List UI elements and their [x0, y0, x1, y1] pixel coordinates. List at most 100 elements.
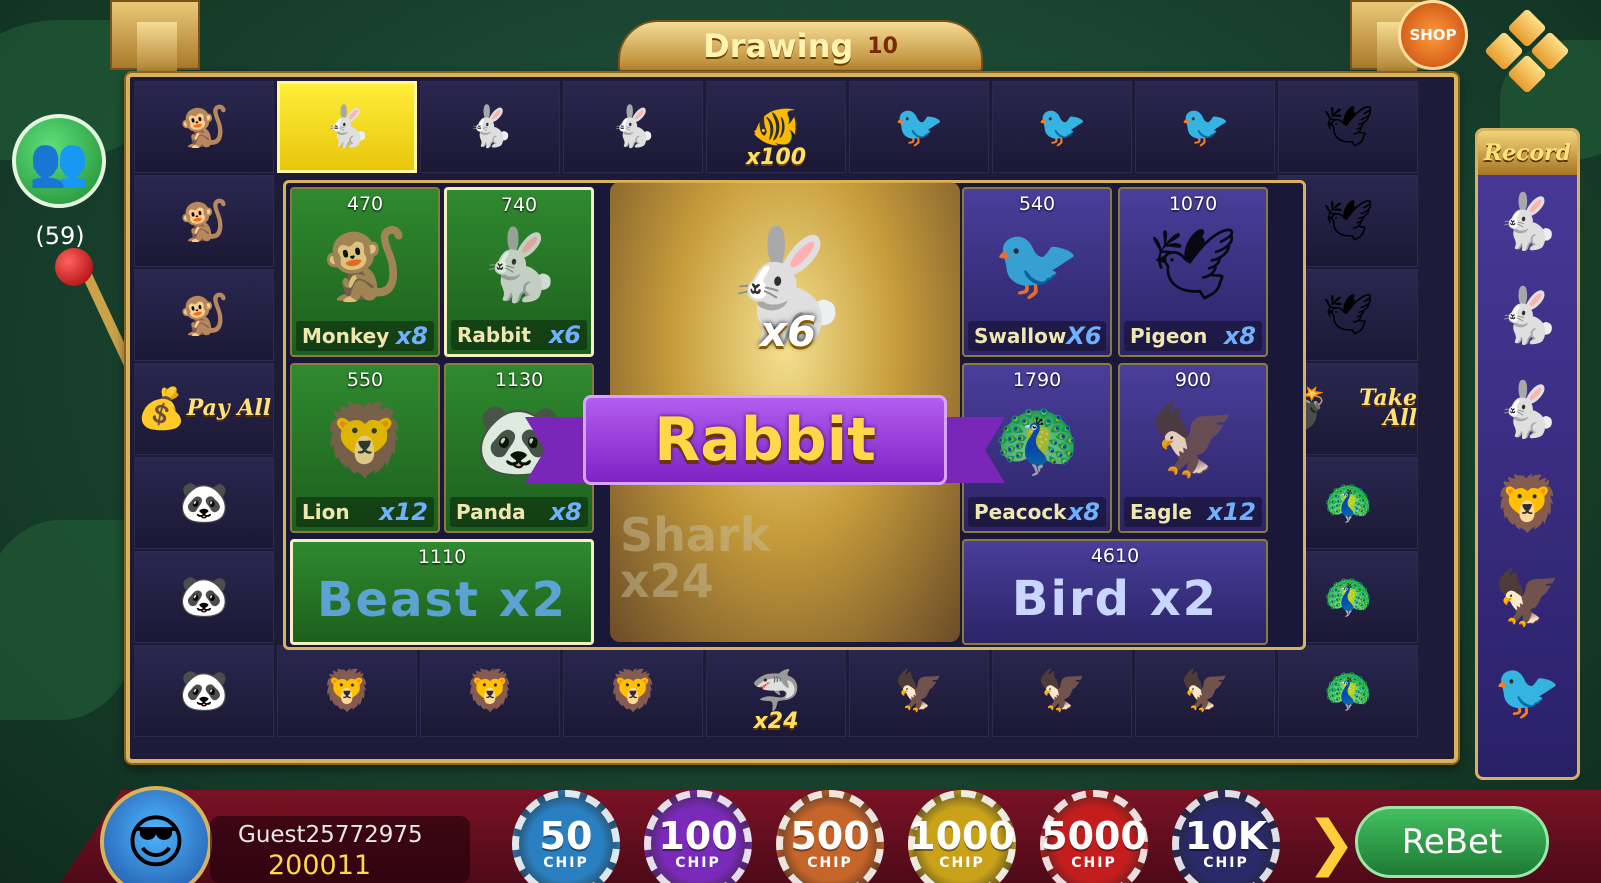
eagle-icon: 🦅 [894, 668, 944, 714]
bet-label: Eagle x12 [1124, 497, 1262, 527]
record-item: 🐇 [1493, 190, 1562, 253]
lion-icon: 🦁 [608, 668, 658, 714]
panda-icon: 🐼 [179, 574, 229, 620]
swallow-cell: 🐦 [849, 81, 989, 173]
bet-name: Pigeon [1130, 324, 1208, 348]
bet-pigeon[interactable]: 1070 🕊 Pigeon x8 [1118, 187, 1268, 357]
bet-amount: 1790 [1012, 369, 1062, 391]
bet-amount: 900 [1174, 369, 1212, 391]
monkey-icon: 🐒 [179, 292, 229, 338]
bet-label: Pigeon x8 [1124, 321, 1262, 351]
lion-icon: 🦁 [465, 668, 515, 714]
avatar-icon: 😎 [125, 808, 187, 876]
lion-cell: 🦁 [277, 645, 417, 737]
shark-cell: 🦈 x24 [706, 645, 846, 737]
bet-name: Eagle [1130, 500, 1192, 524]
panda-cell: 🐼 [134, 457, 274, 549]
pigeon-icon: 🕊 [1322, 104, 1374, 150]
panda-icon: 🐼 [179, 480, 229, 526]
lion-cell: 🦁 [420, 645, 560, 737]
swallow-cell: 🐦 [1135, 81, 1275, 173]
bet-label: Rabbit x6 [451, 320, 587, 350]
drawing-status-banner: Drawing 10 [618, 20, 983, 72]
bet-multiplier: x8 [1223, 322, 1256, 350]
record-panel[interactable]: Record 🐇 🐇 🐇 🦁 🦅 🐦 [1475, 128, 1580, 780]
bet-swallow[interactable]: 540 🐦 Swallow X6 [962, 187, 1112, 357]
take-all-label: Take All [1359, 385, 1417, 431]
monkey-cell: 🐒 [134, 175, 274, 267]
record-item: 🦁 [1493, 472, 1562, 535]
result-animal-name: Rabbit [654, 405, 876, 475]
chip-value: 10K [1184, 814, 1268, 858]
monkey-icon: 🐒 [321, 223, 409, 305]
panda-icon: 🐼 [179, 668, 229, 714]
chevron-right-icon[interactable]: ❯ [1306, 808, 1356, 878]
bet-multiplier: X6 [1066, 322, 1102, 350]
swallow-icon: 🐦 [1037, 104, 1087, 150]
pigeon-cell: 🕊 [1278, 81, 1418, 173]
bet-name: Panda [456, 500, 526, 524]
panda-cell: 🐼 [134, 551, 274, 643]
online-player-count: (59) [35, 222, 85, 250]
rabbit-icon: 🐇 [322, 104, 372, 150]
bet-bird[interactable]: 4610 Bird x2 [962, 539, 1268, 645]
eagle-cell: 🦅 [849, 645, 989, 737]
monkey-icon: 🐒 [179, 104, 229, 150]
bet-label: Peacock x8 [968, 497, 1106, 527]
rabbit-cell: 🐇 [563, 81, 703, 173]
bet-multiplier: x6 [548, 321, 581, 349]
chip-value: 100 [658, 814, 738, 858]
menu-button[interactable] [1484, 8, 1570, 94]
pigeon-icon: 🕊 [1322, 198, 1374, 244]
pigeon-icon: 🕊 [1148, 223, 1238, 305]
left-pillar [110, 0, 200, 72]
shop-label: SHOP [1409, 26, 1457, 44]
bet-multiplier: x8 [1067, 498, 1100, 526]
record-item: 🐇 [1493, 284, 1562, 347]
online-players-button[interactable]: 👥 [12, 114, 106, 208]
bet-label: Panda x8 [450, 497, 588, 527]
bet-name: Swallow [974, 324, 1067, 348]
countdown: 10 [867, 33, 898, 59]
shark-bet-faded: Shark x24 [620, 512, 770, 604]
chip-label: CHIP [1071, 855, 1117, 871]
record-item: 🦅 [1493, 566, 1562, 629]
cell-multiplier: x24 [753, 709, 799, 734]
rebet-button[interactable]: ReBet [1355, 806, 1549, 878]
monkey-cell: 🐒 [134, 269, 274, 361]
bet-lion[interactable]: 550 🦁 Lion x12 [290, 363, 440, 533]
bet-name: Lion [302, 500, 350, 524]
swallow-icon: 🐦 [894, 104, 944, 150]
bet-rabbit[interactable]: 740 🐇 Rabbit x6 [444, 187, 594, 357]
bet-amount: 1130 [494, 369, 544, 391]
lion-icon: 🦁 [321, 399, 409, 481]
swallow-cell: 🐦 [992, 81, 1132, 173]
pay-all-cell: 💰 Pay All [134, 363, 274, 455]
bet-label: Swallow X6 [968, 321, 1106, 351]
bet-monkey[interactable]: 470 🐒 Monkey x8 [290, 187, 440, 357]
swallow-icon: 🐦 [1180, 104, 1230, 150]
bet-amount: 1070 [1168, 193, 1218, 215]
shark-bet-label: Shark [620, 508, 771, 562]
result-ribbon: Rabbit [525, 395, 1005, 495]
shark-icon: 🦈 [751, 668, 801, 714]
peacock-icon: 🦚 [1323, 574, 1373, 620]
record-title: Record [1478, 131, 1577, 175]
rabbit-cell: 🐇 [420, 81, 560, 173]
pigeon-icon: 🕊 [1322, 292, 1374, 338]
bet-amount: 1110 [417, 546, 467, 568]
result-multiplier: x6 [760, 307, 817, 356]
ribbon-banner: Rabbit [583, 395, 947, 485]
bet-amount: 550 [346, 369, 384, 391]
bet-eagle[interactable]: 900 🦅 Eagle x12 [1118, 363, 1268, 533]
record-item: 🐦 [1493, 660, 1562, 723]
bet-label: Monkey x8 [296, 321, 434, 351]
shop-button[interactable]: SHOP [1398, 0, 1468, 70]
bet-name: Peacock [974, 500, 1067, 524]
lever-knob[interactable] [55, 248, 93, 286]
chip-label: CHIP [543, 855, 589, 871]
bet-multiplier: x8 [549, 498, 582, 526]
bet-beast[interactable]: 1110 Beast x2 [290, 539, 594, 645]
swallow-icon: 🐦 [993, 223, 1081, 305]
peacock-cell: 🦚 [1278, 645, 1418, 737]
